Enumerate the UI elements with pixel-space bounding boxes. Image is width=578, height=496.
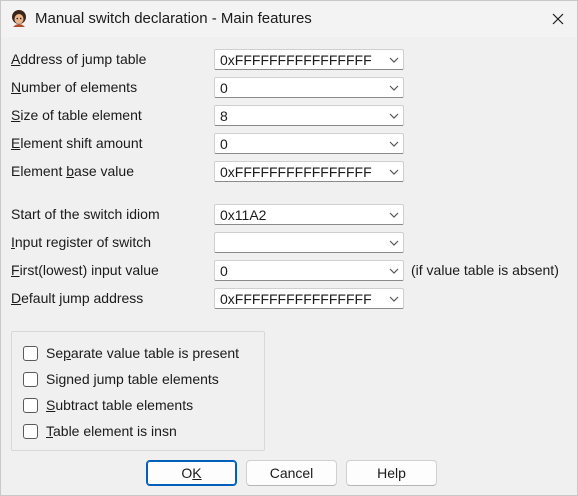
label-address-of-jump-table: Address of jump table: [11, 51, 147, 67]
combo-element-base-value[interactable]: 0xFFFFFFFFFFFFFFFF: [214, 161, 404, 182]
checkbox-label: Subtract table elements: [46, 397, 194, 413]
app-icon: [12, 10, 26, 27]
ok-button[interactable]: OK: [146, 460, 237, 486]
chevron-down-icon: [389, 212, 399, 218]
combo-value: 0: [220, 136, 228, 152]
combo-value: 0xFFFFFFFFFFFFFFFF: [220, 291, 372, 307]
title-bar: Manual switch declaration - Main feature…: [1, 1, 577, 37]
chevron-down-icon: [389, 169, 399, 175]
combo-start-of-switch-idiom[interactable]: 0x11A2: [214, 204, 404, 225]
combo-value: 0xFFFFFFFFFFFFFFFF: [220, 52, 372, 68]
close-icon: [552, 13, 564, 25]
chevron-down-icon: [389, 141, 399, 147]
checkbox-signed-jump-table[interactable]: Signed jump table elements: [23, 369, 219, 389]
combo-size-of-table-element[interactable]: 8: [214, 105, 404, 126]
checkbox-box[interactable]: [23, 371, 38, 387]
label-number-of-elements: Number of elements: [11, 79, 138, 95]
checkbox-label: Separate value table is present: [46, 345, 240, 361]
combo-input-register[interactable]: [214, 232, 404, 253]
checkbox-separate-value-table[interactable]: Separate value table is present: [23, 343, 239, 363]
combo-value: 0xFFFFFFFFFFFFFFFF: [220, 164, 372, 180]
window-title: Manual switch declaration - Main feature…: [35, 10, 312, 27]
close-button[interactable]: [539, 1, 577, 37]
combo-value: 0x11A2: [220, 207, 267, 223]
chevron-down-icon: [389, 240, 399, 246]
checkbox-subtract-table-elements[interactable]: Subtract table elements: [23, 395, 193, 415]
dialog-window: Manual switch declaration - Main feature…: [0, 0, 578, 496]
chevron-down-icon: [389, 113, 399, 119]
combo-number-of-elements[interactable]: 0: [214, 77, 404, 98]
label-start-of-switch-idiom: Start of the switch idiom: [11, 206, 160, 222]
first-input-value-hint: (if value table is absent): [411, 262, 559, 278]
label-default-jump-address: Default jump address: [11, 290, 144, 306]
chevron-down-icon: [389, 85, 399, 91]
combo-value: 8: [220, 108, 228, 124]
chevron-down-icon: [389, 57, 399, 63]
label-element-shift-amount: Element shift amount: [11, 135, 143, 151]
cancel-button[interactable]: Cancel: [246, 460, 337, 486]
checkbox-box[interactable]: [23, 345, 38, 361]
label-size-of-table-element: Size of table element: [11, 107, 142, 123]
checkbox-box[interactable]: [23, 397, 38, 413]
checkbox-label: Signed jump table elements: [46, 371, 219, 387]
chevron-down-icon: [389, 268, 399, 274]
chevron-down-icon: [389, 296, 399, 302]
combo-value: 0: [220, 263, 228, 279]
label-input-register: Input register of switch: [11, 234, 152, 250]
combo-first-input-value[interactable]: 0: [214, 260, 404, 281]
label-element-base-value: Element base value: [11, 163, 134, 179]
label-first-input-value: First(lowest) input value: [11, 262, 159, 278]
combo-address-of-jump-table[interactable]: 0xFFFFFFFFFFFFFFFF: [214, 49, 404, 70]
combo-default-jump-address[interactable]: 0xFFFFFFFFFFFFFFFF: [214, 288, 404, 309]
combo-element-shift-amount[interactable]: 0: [214, 133, 404, 154]
checkbox-box[interactable]: [23, 423, 38, 439]
checkbox-label: Table element is insn: [46, 423, 177, 439]
help-button[interactable]: Help: [346, 460, 437, 486]
combo-value: 0: [220, 80, 228, 96]
checkbox-table-element-is-insn[interactable]: Table element is insn: [23, 421, 177, 441]
